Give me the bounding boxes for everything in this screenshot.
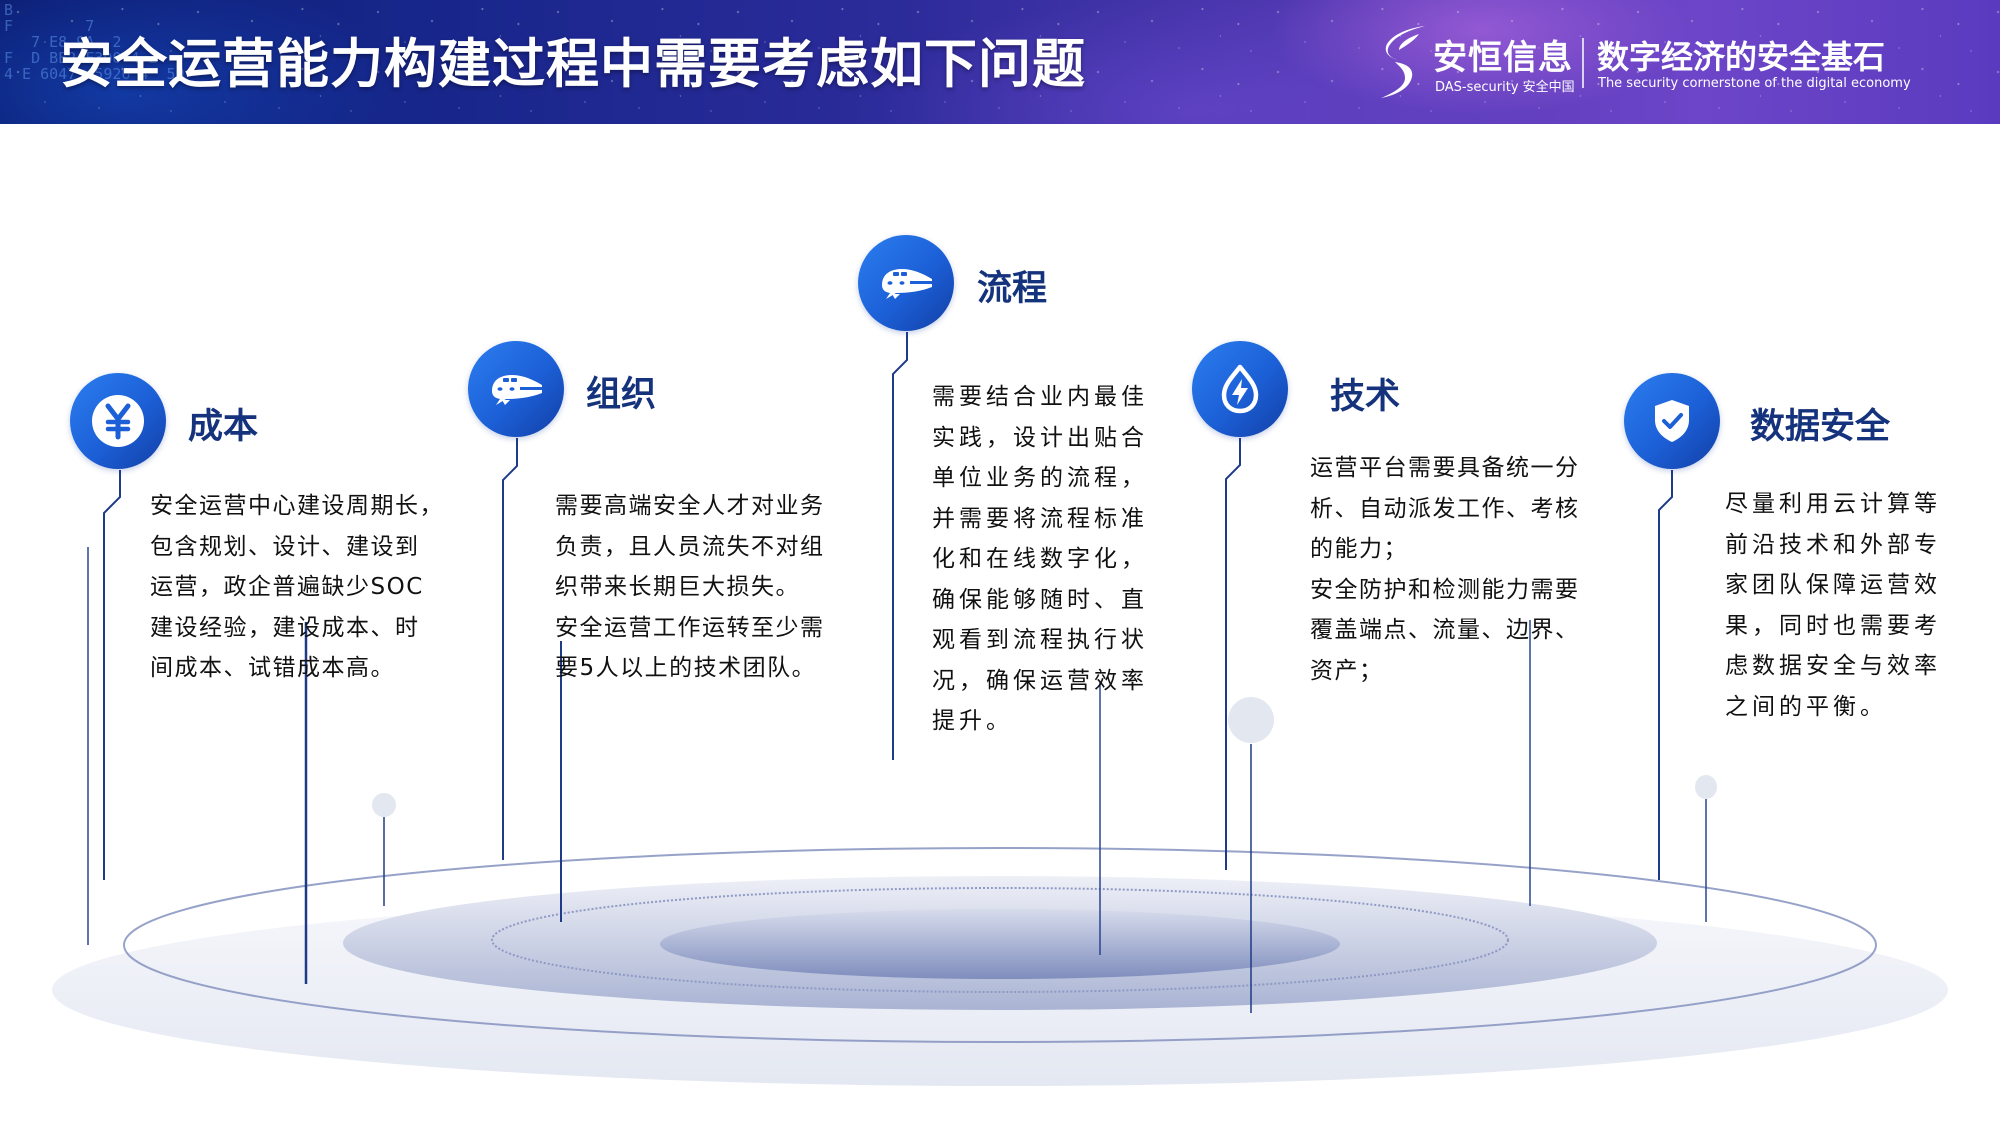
description-line: 织带来长期巨大损失。 <box>555 574 800 600</box>
description-line: 前沿技术和外部专 <box>1725 531 1941 558</box>
description-line: 果，同时也需要考 <box>1725 612 1941 639</box>
description-line: 运营平台需要具备统一分 <box>1310 455 1580 481</box>
description-line: 家团队保障运营效 <box>1725 572 1941 598</box>
header-banner: B F 7 7 E8 9A 2 F D BE2 F3D0 4 2 4 E 604… <box>0 0 2000 124</box>
platform-middle-disc <box>343 876 1657 1010</box>
brand-slogan: 数字经济的安全基石 <box>1597 38 1886 76</box>
description-line: 虑数据安全与效率 <box>1725 653 1941 679</box>
connector-line-org <box>502 438 518 860</box>
description-line: 建设经验，建设成本、时 <box>150 614 420 641</box>
item-process-description: 需要结合业内最佳 实践，设计出贴合 单位业务的流程， 并需要将流程标准 化和在线… <box>932 377 1172 742</box>
shield-check-icon <box>1655 400 1689 442</box>
item-cost-icon-badge <box>70 373 166 469</box>
brand-divider <box>1582 38 1584 88</box>
item-technology-icon-badge <box>1192 341 1288 437</box>
deco-pin-dot <box>1228 697 1274 743</box>
item-technology-title: 技术 <box>1330 377 1401 417</box>
item-technology-description: 运营平台需要具备统一分 析、自动派发工作、考核 的能力； 安全防护和检测能力需要… <box>1310 448 1610 691</box>
description-line: 之间的平衡。 <box>1725 693 1887 720</box>
train-icon <box>492 375 542 405</box>
item-organization-description: 需要高端安全人才对业务 负责，且人员流失不对组 织带来长期巨大损失。 安全运营工… <box>555 486 855 689</box>
description-line: 提升。 <box>932 708 1013 734</box>
yen-icon <box>92 395 144 447</box>
description-line: 需要高端安全人才对业务 <box>555 493 825 519</box>
deco-pin-dot <box>1695 775 1717 799</box>
platform-dotted-ring <box>491 887 1509 993</box>
description-line: 安全运营中心建设周期长， <box>150 493 444 519</box>
description-line: 况，确保运营效率 <box>932 667 1148 694</box>
description-line: 间成本、试错成本高。 <box>150 655 395 681</box>
description-line: 覆盖端点、流量、边界、 <box>1310 617 1580 643</box>
connector-line-cost <box>103 470 121 880</box>
description-line: 实践，设计出贴合 <box>932 424 1148 451</box>
description-line: 负责，且人员流失不对组 <box>555 533 825 560</box>
description-line: 的能力； <box>1310 536 1408 562</box>
brand-subtitle: DAS-security 安全中国 <box>1435 80 1575 95</box>
connector-line-process <box>892 332 908 760</box>
brand-slogan-english: The security cornerstone of the digital … <box>1598 76 1911 91</box>
item-cost-description: 安全运营中心建设周期长， 包含规划、设计、建设到 运营，政企普遍缺少SOC 建设… <box>150 486 450 689</box>
description-line: 单位业务的流程， <box>932 465 1148 491</box>
page-title: 安全运营能力构建过程中需要考虑如下问题 <box>60 34 1086 95</box>
description-line: 运营，政企普遍缺少SOC <box>150 574 424 600</box>
deco-pin-dot <box>372 793 396 817</box>
das-security-logo-icon <box>1381 26 1425 98</box>
description-line: 观看到流程执行状 <box>932 627 1148 653</box>
description-line: 需要结合业内最佳 <box>932 384 1148 410</box>
platform-inner-disc <box>660 909 1340 979</box>
train-icon <box>882 269 932 299</box>
description-line: 资产； <box>1310 657 1384 684</box>
item-cost-title: 成本 <box>188 407 259 447</box>
description-line: 确保能够随时、直 <box>932 586 1148 613</box>
brand-name: 安恒信息 <box>1433 38 1573 78</box>
description-line: 尽量利用云计算等 <box>1725 491 1941 517</box>
item-data-security-title: 数据安全 <box>1750 407 1891 447</box>
description-line: 并需要将流程标准 <box>932 505 1148 532</box>
energy-drop-icon <box>1221 364 1259 414</box>
description-line: 安全运营工作运转至少需 <box>555 614 825 641</box>
connector-line-data <box>1658 470 1673 880</box>
connector-line-tech <box>1225 438 1241 870</box>
item-organization-icon-badge <box>468 341 564 437</box>
description-line: 要5人以上的技术团队。 <box>555 655 817 681</box>
platform-outer-disc <box>52 894 1948 1086</box>
description-line: 析、自动派发工作、考核 <box>1310 495 1580 522</box>
item-data-security-icon-badge <box>1624 373 1720 469</box>
item-process-title: 流程 <box>977 269 1048 309</box>
item-process-icon-badge <box>858 235 954 331</box>
platform-ring <box>123 847 1877 1043</box>
description-line: 安全防护和检测能力需要 <box>1310 576 1580 603</box>
item-organization-title: 组织 <box>586 375 657 415</box>
description-line: 包含规划、设计、建设到 <box>150 533 420 560</box>
item-data-security-description: 尽量利用云计算等 前沿技术和外部专 家团队保障运营效 果，同时也需要考 虑数据安… <box>1725 484 1955 727</box>
description-line: 化和在线数字化， <box>932 546 1148 572</box>
